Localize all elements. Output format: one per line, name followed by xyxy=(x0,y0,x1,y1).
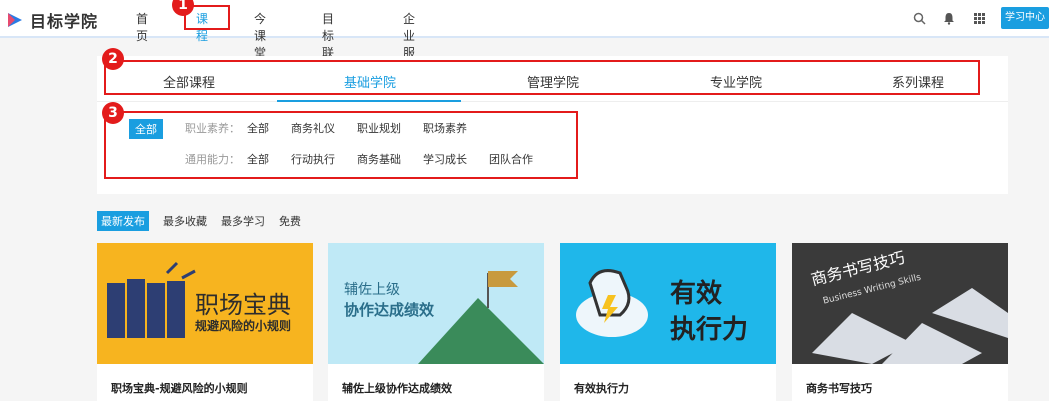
thumbnail-subtitle: 规避风险的小规则 xyxy=(195,319,292,333)
annotation-box-3 xyxy=(104,111,578,179)
learning-center-button[interactable]: 学习中心 xyxy=(1001,7,1049,29)
annotation-badge-2: 2 xyxy=(102,48,124,70)
thumbnail-title: 有效 xyxy=(670,279,723,309)
course-thumbnail: 职场宝典 规避风险的小规则 xyxy=(97,243,313,364)
nav-today-class[interactable]: 今课堂 xyxy=(254,10,266,61)
course-title: 商务书写技巧 xyxy=(806,382,872,395)
header-tools: 学习中心 xyxy=(907,6,1049,30)
course-card[interactable]: 辅佐上级 协作达成绩效 辅佐上级协作达成绩效 xyxy=(328,243,544,401)
logo-icon xyxy=(8,13,22,27)
thumbnail-subtitle: 执行力 xyxy=(670,315,749,345)
logo[interactable]: 目标学院 xyxy=(6,8,98,32)
sort-newest[interactable]: 最新发布 xyxy=(97,211,149,231)
search-icon[interactable] xyxy=(907,6,931,30)
course-title: 有效执行力 xyxy=(574,382,629,395)
sort-most-learned[interactable]: 最多学习 xyxy=(221,213,265,229)
course-thumbnail: 有效 执行力 xyxy=(560,243,776,364)
sort-bar: 最新发布 最多收藏 最多学习 免费 xyxy=(97,211,315,231)
course-title: 职场宝典-规避风险的小规则 xyxy=(111,382,248,395)
course-card[interactable]: 商务书写技巧 Business Writing Skills 商务书写技巧 xyxy=(792,243,1008,401)
annotation-box-2 xyxy=(104,60,980,95)
thumbnail-subtitle: 协作达成绩效 xyxy=(344,301,435,319)
course-thumbnail: 辅佐上级 协作达成绩效 xyxy=(328,243,544,364)
thumbnail-title: 职场宝典 xyxy=(195,291,291,319)
course-card[interactable]: 职场宝典 规避风险的小规则 职场宝典-规避风险的小规则 xyxy=(97,243,313,401)
course-card[interactable]: 有效 执行力 有效执行力 xyxy=(560,243,776,401)
nav-home[interactable]: 首页 xyxy=(136,10,148,44)
bell-icon[interactable] xyxy=(937,6,961,30)
annotation-badge-3: 3 xyxy=(102,102,124,124)
course-title: 辅佐上级协作达成绩效 xyxy=(342,382,452,395)
tab-divider xyxy=(97,101,1008,102)
sort-free[interactable]: 免费 xyxy=(279,213,301,229)
grid-menu-icon[interactable] xyxy=(967,6,991,30)
thumbnail-title: 辅佐上级 xyxy=(344,282,400,298)
top-navbar: 目标学院 首页 课程 今课堂 目标联盟 企业服务 学习中心 xyxy=(0,0,1049,77)
logo-text: 目标学院 xyxy=(30,12,99,31)
course-thumbnail: 商务书写技巧 Business Writing Skills xyxy=(792,243,1008,364)
sort-most-favorited[interactable]: 最多收藏 xyxy=(163,213,207,229)
active-tab-underline xyxy=(277,100,461,102)
